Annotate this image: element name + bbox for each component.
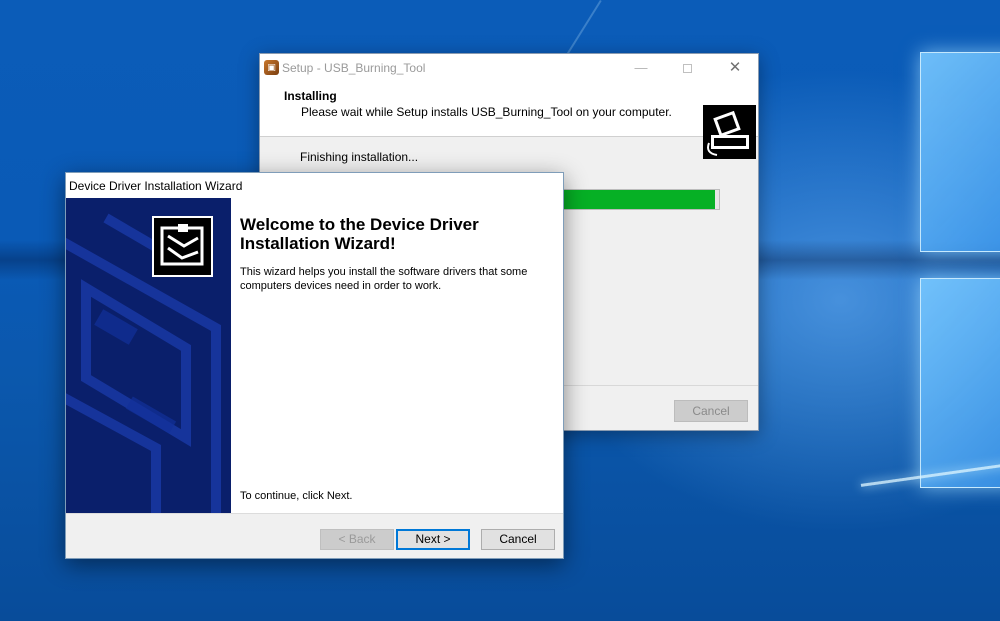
- setup-header: Installing Please wait while Setup insta…: [260, 82, 758, 159]
- maximize-icon: [682, 64, 692, 74]
- desktop-window-logo-pane-bottom: [920, 278, 1000, 488]
- close-button[interactable]: ✕: [712, 54, 758, 82]
- wizard-continue-hint: To continue, click Next.: [240, 490, 353, 502]
- maximize-button[interactable]: [664, 54, 710, 82]
- setup-window-title: Setup - USB_Burning_Tool: [282, 61, 426, 75]
- setup-titlebar[interactable]: ▣ Setup - USB_Burning_Tool — ✕: [260, 54, 758, 82]
- setup-subheading: Please wait while Setup installs USB_Bur…: [301, 105, 672, 119]
- hardware-install-icon: [152, 216, 213, 277]
- desktop-window-logo-pane-top: [920, 52, 1000, 252]
- usb-drive-icon: [703, 105, 756, 159]
- minimize-button[interactable]: —: [618, 54, 664, 82]
- installer-box-icon: ▣: [264, 60, 279, 75]
- setup-cancel-button[interactable]: Cancel: [674, 400, 748, 422]
- wizard-footer-divider: [66, 513, 563, 514]
- wizard-description: This wizard helps you install the softwa…: [240, 266, 528, 292]
- wizard-titlebar[interactable]: Device Driver Installation Wizard: [66, 173, 563, 198]
- wizard-heading: Welcome to the Device Driver Installatio…: [240, 215, 479, 253]
- setup-status-text: Finishing installation...: [300, 150, 419, 164]
- setup-heading: Installing: [284, 89, 337, 103]
- wizard-window-title: Device Driver Installation Wizard: [69, 179, 243, 193]
- wizard-cancel-button[interactable]: Cancel: [481, 529, 555, 550]
- wizard-sidebar-banner: [66, 198, 231, 513]
- driver-wizard-window: Device Driver Installation Wizard Welcom…: [65, 172, 564, 559]
- wizard-content-panel: Welcome to the Device Driver Installatio…: [231, 198, 563, 513]
- next-button[interactable]: Next >: [396, 529, 470, 550]
- back-button[interactable]: < Back: [320, 529, 394, 550]
